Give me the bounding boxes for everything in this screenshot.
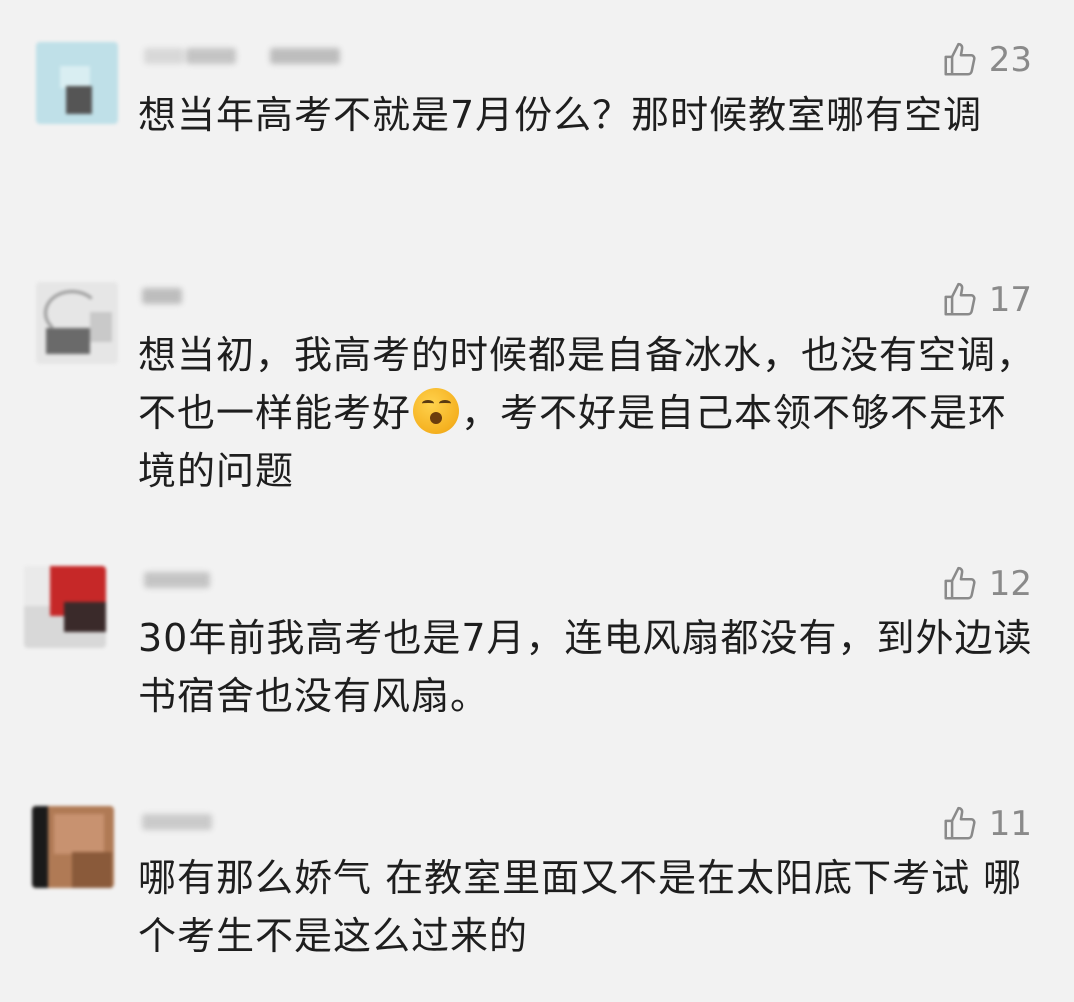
comment-text: 哪有那么娇气 在教室里面又不是在太阳底下考试 哪个考生不是这么过来的: [138, 856, 1023, 958]
like-button[interactable]: 11: [941, 802, 1032, 846]
thumbs-up-icon: [944, 806, 976, 840]
like-count: 11: [988, 804, 1032, 844]
avatar[interactable]: [32, 806, 114, 888]
username-blurred[interactable]: [140, 808, 360, 838]
comment-item: 11 哪有那么娇气 在教室里面又不是在太阳底下考试 哪个考生不是这么过来的: [0, 0, 1074, 1002]
